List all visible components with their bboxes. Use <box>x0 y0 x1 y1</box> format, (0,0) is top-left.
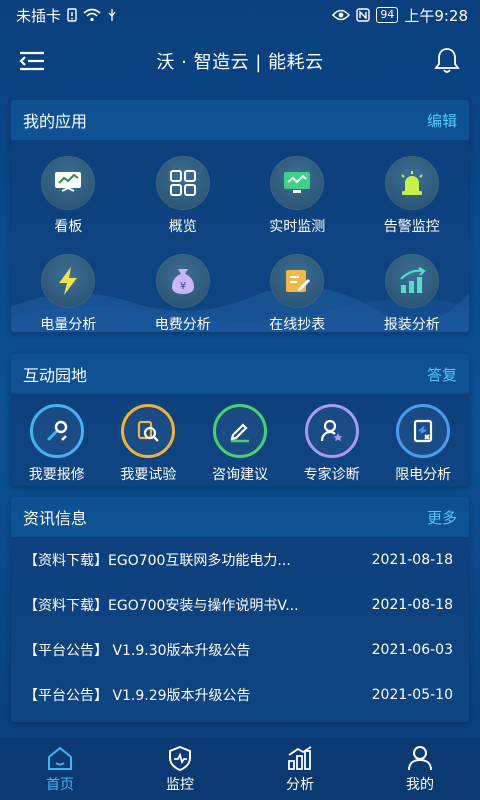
action-advice[interactable]: 咨询建议 <box>194 404 286 484</box>
app-label: 电量分析 <box>40 317 97 332</box>
tab-mine[interactable]: 我的 <box>360 745 480 794</box>
lightning-icon <box>41 254 96 308</box>
tab-label: 我的 <box>406 776 434 793</box>
news-title: 资讯信息 <box>23 509 88 528</box>
usb-icon <box>108 9 116 21</box>
expert-user-icon <box>304 404 359 458</box>
news-item-title: 【平台公告】 V1.9.30版本升级公告 <box>24 642 251 659</box>
app-dashboard[interactable]: 看板 <box>11 156 126 236</box>
action-power-limit[interactable]: 限电分析 <box>377 404 469 484</box>
bell-icon[interactable] <box>434 46 460 74</box>
interaction-card: 互动园地 答复 我要报修 我要试验 咨询建议 专家诊断 限电分析 <box>11 354 469 486</box>
tab-label: 首页 <box>46 776 74 793</box>
news-card: 资讯信息 更多 【资料下载】EGO700互联网多功能电力... 2021-08-… <box>11 497 469 722</box>
news-item-date: 2021-06-03 <box>371 641 453 658</box>
news-item-title: 【资料下载】EGO700互联网多功能电力... <box>24 552 291 569</box>
nfc-icon <box>356 8 371 22</box>
page-title: 沃 · 智造云 | 能耗云 <box>156 52 324 73</box>
app-label: 电费分析 <box>154 317 211 332</box>
app-label: 实时监测 <box>269 219 326 235</box>
app-label: 在线抄表 <box>269 317 326 332</box>
tab-monitor[interactable]: 监控 <box>120 745 240 794</box>
action-expert[interactable]: 专家诊断 <box>286 404 378 484</box>
more-link[interactable]: 更多 <box>427 507 457 528</box>
tab-label: 分析 <box>286 776 314 793</box>
bottom-tab-bar: 首页 监控 分析 我的 <box>0 738 480 800</box>
svg-text:¥: ¥ <box>180 281 186 292</box>
repair-wrench-icon <box>29 404 84 458</box>
grid-icon <box>155 156 210 210</box>
interaction-grid: 我要报修 我要试验 咨询建议 专家诊断 限电分析 <box>11 394 469 484</box>
action-repair[interactable]: 我要报修 <box>11 404 103 484</box>
interaction-label: 专家诊断 <box>303 467 360 483</box>
interaction-label: 咨询建议 <box>211 467 268 483</box>
interaction-title: 互动园地 <box>23 366 88 385</box>
interaction-label: 我要报修 <box>28 467 85 483</box>
trend-chart-icon <box>384 254 439 308</box>
alarm-light-icon <box>384 156 439 210</box>
status-bar: 未插卡 94 上午9:28 <box>0 0 480 30</box>
app-install-analysis[interactable]: 报装分析 <box>355 254 470 332</box>
reply-link[interactable]: 答复 <box>427 364 457 385</box>
news-list: 【资料下载】EGO700互联网多功能电力... 2021-08-18 【资料下载… <box>11 537 469 717</box>
interaction-label: 限电分析 <box>395 467 452 483</box>
interaction-header: 互动园地 答复 <box>11 354 469 394</box>
money-bag-icon: ¥ <box>155 254 210 308</box>
news-item-title: 【平台公告】 V1.9.29版本升级公告 <box>24 687 251 704</box>
dashboard-icon <box>41 156 96 210</box>
wifi-icon <box>83 8 101 22</box>
tab-analysis[interactable]: 分析 <box>240 745 360 794</box>
status-time: 上午9:28 <box>404 6 468 25</box>
app-energy-analysis[interactable]: 电量分析 <box>11 254 126 332</box>
carrier-text: 未插卡 <box>16 6 62 25</box>
app-overview[interactable]: 概览 <box>126 156 241 236</box>
my-apps-card: 我的应用 编辑 看板 概览 实时监测 告警监控 电量分析 ¥ 电费分析 在线抄表… <box>11 100 469 332</box>
edit-note-icon <box>270 254 325 308</box>
app-label: 报装分析 <box>383 317 440 332</box>
news-item-title: 【资料下载】EGO700安装与操作说明书V... <box>24 597 299 614</box>
action-test[interactable]: 我要试验 <box>103 404 195 484</box>
analysis-bars-icon <box>288 745 312 770</box>
write-advice-icon <box>212 404 267 458</box>
news-item-date: 2021-05-10 <box>371 686 453 703</box>
battery-indicator: 94 <box>376 7 399 23</box>
app-cost-analysis[interactable]: ¥ 电费分析 <box>126 254 241 332</box>
monitor-shield-icon <box>169 745 191 771</box>
app-label: 概览 <box>168 219 197 235</box>
user-icon <box>408 745 432 770</box>
status-left: 未插卡 <box>16 5 117 26</box>
news-item-date: 2021-08-18 <box>371 596 453 613</box>
sim-alert-icon <box>67 8 77 22</box>
test-search-icon <box>121 404 176 458</box>
news-item[interactable]: 【资料下载】EGO700互联网多功能电力... 2021-08-18 <box>11 537 469 582</box>
interaction-label: 我要试验 <box>120 467 177 483</box>
app-online-meter[interactable]: 在线抄表 <box>240 254 355 332</box>
news-item[interactable]: 【资料下载】EGO700安装与操作说明书V... 2021-08-18 <box>11 582 469 627</box>
edit-link[interactable]: 编辑 <box>427 110 457 131</box>
menu-icon[interactable] <box>18 50 46 72</box>
my-apps-header: 我的应用 编辑 <box>11 100 469 140</box>
news-item[interactable]: 【平台公告】 V1.9.29版本升级公告 2021-05-10 <box>11 672 469 717</box>
home-icon <box>48 746 72 770</box>
power-limit-doc-icon <box>396 404 451 458</box>
news-item-date: 2021-08-18 <box>371 551 453 568</box>
news-header: 资讯信息 更多 <box>11 497 469 537</box>
eye-icon <box>332 9 351 21</box>
app-label: 看板 <box>54 219 83 235</box>
app-header: 沃 · 智造云 | 能耗云 <box>0 30 480 92</box>
app-realtime-monitor[interactable]: 实时监测 <box>240 156 355 236</box>
app-grid: 看板 概览 实时监测 告警监控 电量分析 ¥ 电费分析 在线抄表 报装分析 <box>11 140 469 332</box>
news-item[interactable]: 【平台公告】 V1.9.30版本升级公告 2021-06-03 <box>11 627 469 672</box>
my-apps-title: 我的应用 <box>23 112 88 131</box>
monitor-icon <box>270 156 325 210</box>
tab-label: 监控 <box>166 776 194 793</box>
tab-home[interactable]: 首页 <box>0 745 120 794</box>
app-label: 告警监控 <box>383 219 440 235</box>
app-alarm-monitor[interactable]: 告警监控 <box>355 156 470 236</box>
status-right: 94 上午9:28 <box>332 5 468 26</box>
